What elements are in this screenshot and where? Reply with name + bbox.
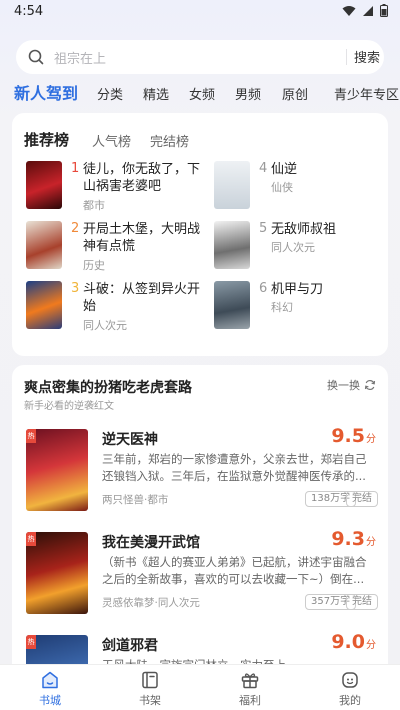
nav-label: 书城	[39, 694, 61, 707]
book-title: 逆天医神	[102, 432, 158, 448]
bookshelf-icon	[142, 671, 158, 689]
book-genre: 同人次元	[271, 241, 315, 254]
book-cover	[26, 281, 62, 329]
ranking-item[interactable]: 6 机甲与刀 科幻	[214, 281, 394, 341]
book-title: 我在美漫开武馆	[102, 535, 200, 551]
rank-number: 3	[71, 281, 80, 296]
gift-icon	[241, 673, 259, 689]
search-icon	[28, 49, 44, 65]
topic-card: 爽点密集的扮猪吃老虎套路 新手必看的逆袭红文 换一换 热 逆天医神 9.5分 三…	[12, 365, 388, 675]
ranking-item[interactable]: 3 斗破：从签到异火开始 同人次元	[26, 281, 206, 341]
book-cover: 热	[26, 532, 88, 614]
search-input[interactable]: 祖宗在上	[54, 48, 106, 67]
refresh-icon	[364, 379, 376, 391]
book-title: 机甲与刀	[271, 282, 324, 297]
book-title: 斗破：从签到异火开始	[83, 282, 201, 314]
book-genre: 科幻	[271, 301, 293, 314]
tab-category[interactable]: 分类	[97, 84, 123, 103]
book-cover	[214, 281, 250, 329]
hot-badge: 热	[26, 532, 36, 546]
book-score: 9.5分	[331, 425, 376, 447]
refresh-button[interactable]: 换一换	[327, 377, 376, 393]
book-title: 开局土木堡，大明战神有点慌	[83, 222, 201, 254]
ranking-item[interactable]: 1 徒儿，你无敌了，下山祸害老婆吧 都市	[26, 161, 206, 221]
book-title: 仙逆	[271, 162, 298, 177]
hot-badge: 热	[26, 635, 36, 649]
tab-recommend[interactable]: 推荐榜	[24, 129, 69, 150]
book-item[interactable]: 热 我在美漫开武馆 9.3分 （新书《超人的赛亚人弟弟》已起航，讲述宇宙融合之后…	[26, 528, 378, 632]
hot-badge: 热	[26, 429, 36, 443]
status-badge: 完结	[346, 594, 378, 610]
nav-label: 书架	[139, 694, 161, 707]
book-author-genre: 两只怪兽·都市	[102, 494, 169, 506]
section-title: 爽点密集的扮猪吃老虎套路	[24, 380, 192, 396]
rank-number: 5	[259, 221, 268, 236]
book-genre: 历史	[83, 259, 105, 272]
wifi-icon	[342, 5, 356, 16]
book-genre: 都市	[83, 199, 105, 212]
nav-welfare[interactable]: 福利	[220, 670, 280, 708]
ranking-card: 推荐榜 人气榜 完结榜 1 徒儿，你无敌了，下山祸害老婆吧 都市 2 开局土木堡…	[12, 113, 388, 356]
tab-female[interactable]: 女频	[189, 84, 215, 103]
status-icons	[342, 4, 388, 17]
tab-featured[interactable]: 精选	[143, 84, 169, 103]
status-badge: 完结	[346, 491, 378, 507]
rank-number: 4	[259, 161, 268, 176]
signal-icon	[363, 5, 373, 16]
book-genre: 同人次元	[83, 319, 127, 332]
tab-new-user[interactable]: 新人驾到	[14, 80, 78, 104]
book-description: （新书《超人的赛亚人弟弟》已起航，讲述宇宙融合之后的全新故事，喜欢的可以去收藏一…	[102, 555, 367, 586]
book-cover	[26, 161, 62, 209]
battery-icon	[380, 4, 388, 17]
book-score: 9.3分	[331, 528, 376, 550]
status-time: 4:54	[14, 4, 44, 19]
ranking-item[interactable]: 5 无敌师叔祖 同人次元	[214, 221, 394, 281]
section-subtitle: 新手必看的逆袭红文	[24, 401, 114, 412]
nav-bookstore[interactable]: 书城	[20, 670, 80, 708]
tab-youth[interactable]: 青少年专区	[334, 84, 399, 103]
ranking-item[interactable]: 4 仙逆 仙侠	[214, 161, 394, 221]
category-tabs: 新人驾到 分类 精选 女频 男频 原创 青少年专区	[0, 80, 400, 104]
book-cover	[214, 221, 250, 269]
book-cover	[26, 221, 62, 269]
ranking-item[interactable]: 2 开局土木堡，大明战神有点慌 历史	[26, 221, 206, 281]
book-score: 9.0分	[331, 631, 376, 653]
nav-bookshelf[interactable]: 书架	[120, 670, 180, 708]
rank-number: 1	[71, 161, 80, 176]
tab-male[interactable]: 男频	[235, 84, 261, 103]
tab-completed[interactable]: 完结榜	[150, 131, 189, 150]
search-bar[interactable]: 祖宗在上 搜索	[16, 40, 384, 74]
status-bar: 4:54	[0, 0, 400, 26]
bookstore-icon	[42, 671, 58, 689]
refresh-label: 换一换	[327, 379, 360, 392]
book-title: 徒儿，你无敌了，下山祸害老婆吧	[83, 162, 201, 194]
bottom-nav: 书城 书架 福利 我的	[0, 664, 400, 710]
book-cover: 热	[26, 429, 88, 511]
search-divider	[346, 49, 347, 65]
book-title: 剑道邪君	[102, 638, 158, 654]
rank-number: 2	[71, 221, 80, 236]
tab-popular[interactable]: 人气榜	[92, 131, 131, 150]
tab-original[interactable]: 原创	[282, 84, 308, 103]
book-cover	[214, 161, 250, 209]
nav-label: 福利	[239, 694, 261, 707]
nav-label: 我的	[339, 694, 361, 707]
book-description: 三年前，郑岩的一家惨遭意外，父亲去世，郑岩自己还锒铛入狱。三年后，在监狱意外觉醒…	[102, 452, 367, 483]
book-genre: 仙侠	[271, 181, 293, 194]
book-item[interactable]: 热 逆天医神 9.5分 三年前，郑岩的一家惨遭意外，父亲去世，郑岩自己还锒铛入狱…	[26, 425, 378, 529]
nav-profile[interactable]: 我的	[320, 670, 380, 708]
book-title: 无敌师叔祖	[271, 222, 337, 237]
book-author-genre: 灵感依靠梦·同人次元	[102, 597, 200, 609]
profile-icon	[342, 672, 358, 688]
search-button[interactable]: 搜索	[350, 47, 384, 66]
rank-number: 6	[259, 281, 268, 296]
